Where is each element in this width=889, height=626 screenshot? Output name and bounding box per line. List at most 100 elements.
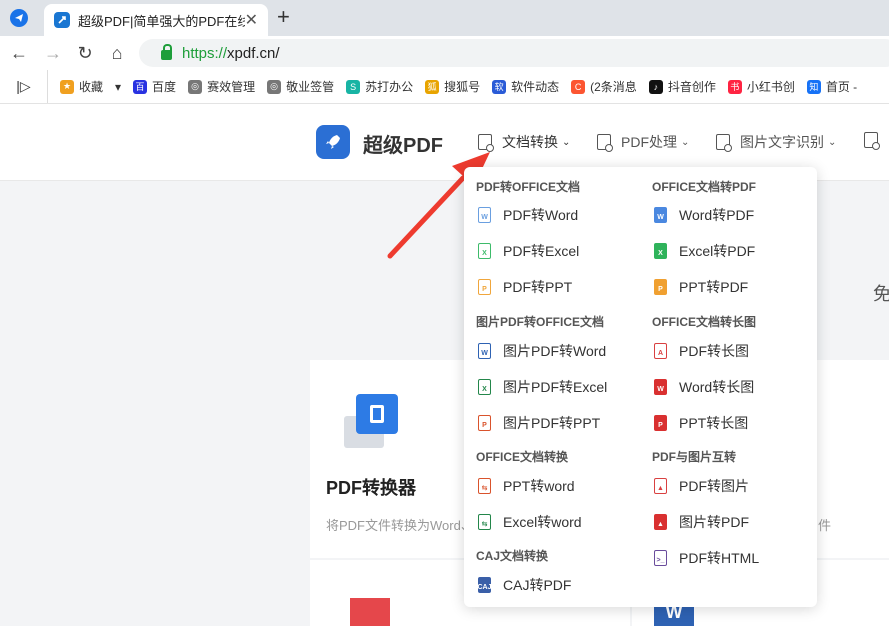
dropdown-item[interactable]: P PDF转PPT: [478, 277, 572, 297]
telegram-icon[interactable]: [10, 9, 28, 27]
home-button[interactable]: ⌂: [104, 40, 130, 66]
new-tab-button[interactable]: +: [277, 6, 290, 28]
dropdown-item-label: 图片PDF转Word: [503, 343, 607, 359]
bookmark-item[interactable]: ★ 收藏: [60, 78, 103, 95]
bookmark-label: 赛效管理: [207, 80, 256, 94]
dropdown-section-title: PDF与图片互转: [652, 450, 737, 464]
csdn-icon: C: [571, 79, 586, 94]
sohu-icon: 狐: [425, 79, 440, 94]
dropdown-item[interactable]: X 图片PDF转Excel: [478, 377, 607, 397]
dropdown-section-title: CAJ文档转换: [476, 549, 549, 563]
card-description-fragment: 件: [818, 518, 832, 533]
dropdown-item[interactable]: ⇆ Excel转word: [478, 512, 582, 532]
douyin-icon: ♪: [648, 79, 663, 94]
bookmark-label: 软件动态: [511, 80, 560, 94]
dropdown-item[interactable]: ▲ 图片转PDF: [654, 512, 749, 532]
dropdown-section-title: PDF转OFFICE文档: [476, 180, 580, 194]
ocr-icon: [716, 134, 732, 152]
file-type-icon: CAJ: [478, 577, 492, 593]
nav-doc-convert[interactable]: 文档转换 ⌄: [478, 132, 570, 152]
dropdown-item[interactable]: X PDF转Excel: [478, 241, 579, 261]
card-title: PDF转换器: [326, 478, 416, 498]
dropdown-section-title: OFFICE文档转PDF: [652, 180, 756, 194]
nav-label: 文档转换: [502, 134, 558, 150]
bookmark-item[interactable]: 狐搜狐号: [425, 78, 480, 95]
rocket-logo-icon[interactable]: [316, 125, 350, 159]
dropdown-item[interactable]: W Word转PDF: [654, 205, 754, 225]
dropdown-item-label: Excel转PDF: [679, 243, 756, 259]
dropdown-item-label: PPT转PDF: [679, 279, 749, 295]
bookmark-label: 苏打办公: [365, 80, 414, 94]
dropdown-item[interactable]: ▲ PDF转图片: [654, 476, 749, 496]
file-type-icon: P: [654, 279, 667, 295]
bookmark-item[interactable]: C (2条消息: [571, 78, 637, 95]
nav-label: PDF处理: [621, 134, 677, 150]
dropdown-item[interactable]: W Word转长图: [654, 377, 754, 397]
globe-icon: ◎: [188, 79, 203, 94]
file-type-icon: W: [654, 379, 667, 395]
bookmark-label: 敬业签管: [286, 80, 335, 94]
file-type-icon: X: [478, 243, 491, 259]
bookmark-label: ▾: [115, 79, 122, 94]
dropdown-item-label: PDF转Word: [503, 207, 579, 223]
browser-tab[interactable]: 超级PDF|简单强大的PDF在线 ✕: [44, 4, 268, 36]
dropdown-item[interactable]: ⇆ PPT转word: [478, 476, 575, 496]
bookmark-item[interactable]: ◎ 赛效管理: [188, 78, 255, 95]
bookmark-item[interactable]: 百百度: [133, 78, 176, 95]
reload-button[interactable]: ↻: [72, 40, 98, 66]
back-button[interactable]: ←: [6, 40, 32, 66]
dropdown-section-title: OFFICE文档转换: [476, 450, 568, 464]
file-type-icon: P: [478, 279, 491, 295]
bookmark-item[interactable]: 软软件动态: [492, 78, 559, 95]
dropdown-item[interactable]: P PPT转长图: [654, 413, 748, 433]
chevron-down-icon: ⌄: [828, 136, 837, 148]
bookmark-item[interactable]: 书小红书创: [727, 78, 795, 95]
close-tab-icon[interactable]: ✕: [245, 10, 258, 30]
bookmark-label: 搜狐号: [444, 80, 481, 94]
forward-button[interactable]: →: [40, 40, 66, 66]
document-icon: [864, 132, 880, 150]
tab-strip: 超级PDF|简单强大的PDF在线 ✕ +: [0, 0, 889, 36]
file-type-icon: P: [478, 415, 491, 431]
dropdown-item[interactable]: X Excel转PDF: [654, 241, 755, 261]
dropdown-item-label: 图片转PDF: [679, 514, 749, 530]
address-bar[interactable]: https://xpdf.cn/: [139, 39, 889, 67]
nav-image-ocr[interactable]: 图片文字识别 ⌄: [716, 132, 836, 152]
bookmark-item[interactable]: S 苏打办公: [346, 78, 413, 95]
sidebar-toggle-button[interactable]: |▷: [0, 70, 48, 103]
lock-icon: [161, 44, 172, 60]
dropdown-item[interactable]: P 图片PDF转PPT: [478, 413, 600, 433]
bookmark-item[interactable]: ♪ 抖音创作: [648, 78, 716, 95]
tab-favicon-icon: [54, 12, 70, 28]
file-type-icon: ▲: [654, 478, 667, 494]
dropdown-item-label: PDF转图片: [679, 478, 749, 494]
dropdown-item-label: 图片PDF转PPT: [503, 415, 601, 431]
dropdown-item[interactable]: W PDF转Word: [478, 205, 578, 225]
bookmark-item[interactable]: 知首页 -: [806, 78, 858, 95]
dropdown-item[interactable]: P PPT转PDF: [654, 277, 748, 297]
doc-convert-icon: [478, 134, 494, 152]
dropdown-item[interactable]: CAJ CAJ转PDF: [478, 575, 571, 595]
nav-more[interactable]: [864, 132, 888, 150]
dropdown-item[interactable]: >_ PDF转HTML: [654, 548, 759, 568]
dropdown-item[interactable]: W 图片PDF转Word: [478, 341, 606, 361]
dropdown-item-label: Word转PDF: [679, 207, 755, 223]
file-type-icon: ⇆: [478, 514, 491, 530]
tab-title: 超级PDF|简单强大的PDF在线: [78, 13, 245, 29]
file-type-icon: P: [654, 415, 667, 431]
bookmark-item[interactable]: ◎ 敬业签管: [267, 78, 334, 95]
bookmark-item[interactable]: ▾: [115, 80, 121, 94]
globe-icon: ◎: [267, 79, 282, 94]
dropdown-item-label: 图片PDF转Excel: [503, 379, 608, 395]
office-icon: [356, 394, 398, 434]
dropdown-item-label: PDF转PPT: [503, 279, 573, 295]
bookmark-label: 首页 -: [825, 80, 858, 94]
brand-name[interactable]: 超级PDF: [363, 129, 443, 158]
bookmark-label: 百度: [152, 80, 177, 94]
file-type-icon: A: [654, 343, 667, 359]
file-type-icon: W: [478, 207, 491, 223]
dropdown-item[interactable]: A PDF转长图: [654, 341, 749, 361]
file-type-icon: ▲: [654, 514, 667, 530]
nav-pdf-process[interactable]: PDF处理 ⌄: [597, 132, 689, 152]
dropdown-item-label: PDF转长图: [679, 343, 749, 359]
